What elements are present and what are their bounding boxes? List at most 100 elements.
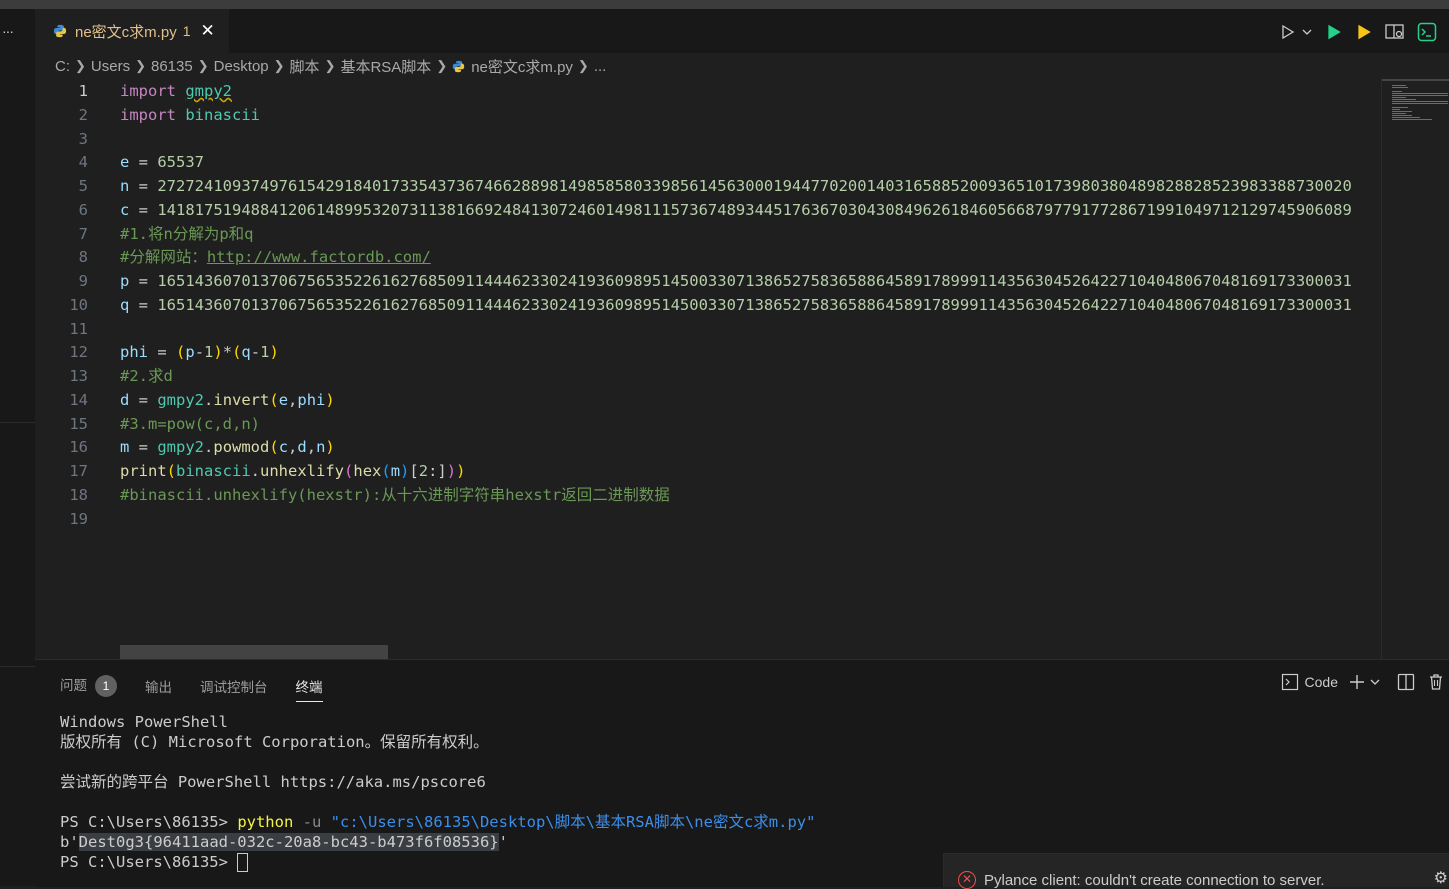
keyword: import [120,106,176,124]
tab-label: 调试控制台 [200,679,268,695]
code-line: 19 [35,507,1381,531]
run-code-button[interactable] [1355,23,1373,41]
breadcrumb-item[interactable]: 脚本 [290,56,320,77]
line-number: 1 [78,82,88,100]
terminal-prompt: PS C:\Users\86135> [60,813,238,831]
code-line: 15 #3.m=pow(c,d,n) [35,412,1381,436]
line-number: 4 [78,153,88,171]
line-number: 11 [69,320,88,338]
terminal-icon [1417,22,1437,42]
horizontal-scrollbar[interactable] [120,645,388,659]
split-icon [1397,673,1415,691]
code-line: 13 #2.求d [35,364,1381,388]
module-name: binascii [185,106,260,124]
breadcrumb-item[interactable]: ... [594,58,607,75]
tab-terminal[interactable]: 终端 [295,676,323,702]
trash-icon [1430,674,1442,690]
tab-problem-count: 1 [182,23,191,39]
problem-count-badge: 1 [95,675,117,698]
terminal-icon [1281,673,1298,691]
breadcrumb-item[interactable]: Desktop [214,58,269,75]
split-preview-icon [1385,24,1404,39]
editor-tab-bar: ne密文c求m.py 1 ✕ [35,9,1449,53]
open-preview-button[interactable] [1385,23,1405,41]
selected-output-text[interactable]: Dest0g3{96411aad-032c-20a8-bc43-b473f6f0… [78,833,499,851]
run-dropdown-button[interactable] [1279,24,1313,40]
tab-filename: ne密文c求m.py [75,23,177,41]
play-yellow-icon [1358,24,1371,40]
line-number: 14 [69,391,88,409]
number-literal: 65537 [157,153,205,171]
line-number: 6 [78,201,88,219]
comment: #分解网站： [120,248,207,266]
terminal-output[interactable]: Windows PowerShell 版权所有 (C) Microsoft Co… [60,712,815,872]
panel-toolbar: Code [1271,673,1445,691]
module-name: gmpy2 [185,82,233,100]
line-number: 18 [69,486,88,504]
variable: n [120,177,130,195]
number-literal: 1651436070137067565352261627685091144462… [157,296,1352,314]
keyword: import [120,82,176,100]
more-icon[interactable]: ··· [2,23,14,39]
chevron-right-icon: ❯ [324,58,336,73]
breadcrumb-item[interactable]: 86135 [151,58,193,75]
terminal-argument: "c:\Users\86135\Desktop\脚本\基本RSA脚本\ne密文c… [330,813,816,831]
chevron-down-icon [1370,679,1380,685]
breadcrumb-item[interactable]: ne密文c求m.py [471,56,573,77]
gear-icon[interactable]: ⚙ [1434,868,1448,888]
terminal-prompt: PS C:\Users\86135> [60,853,238,871]
editor-actions [1279,18,1449,46]
code-line: 4e = 65537 [35,150,1381,174]
breadcrumb-item[interactable]: 基本RSA脚本 [340,56,431,77]
code-line: 11 [35,317,1381,341]
code-line: 12 phi = (p-1)*(q-1) [35,340,1381,364]
breadcrumb-item[interactable]: Users [91,58,130,75]
comment-link[interactable]: http://www.factordb.com/ [207,248,431,266]
code-line: 7 #1.将n分解为p和q [35,222,1381,246]
variable: q [120,296,130,314]
chevron-right-icon: ❯ [197,58,209,73]
chevron-down-icon [1302,29,1312,35]
breadcrumb-item[interactable]: C: [55,58,70,75]
terminal-shell-selector[interactable]: Code [1281,673,1338,691]
code-line: 6c = 14181751948841206148995320731138166… [35,198,1381,222]
editor-tab[interactable]: ne密文c求m.py 1 ✕ [35,9,229,53]
line-number: 19 [69,510,88,528]
minimap[interactable] [1381,79,1449,659]
new-terminal-button[interactable] [1348,673,1381,691]
tab-problems[interactable]: 问题 1 [60,674,117,698]
code-line: 1 import gmpy2 [35,79,1381,103]
close-icon[interactable]: ✕ [201,21,215,41]
terminal-line: Windows PowerShell [60,713,228,731]
variable: c [120,201,130,219]
comment: #binascii.unhexlify(hexstr):从十六进制字符串hexs… [120,486,670,504]
panel-tabs: 问题 1 输出 调试控制台 终端 [60,674,351,702]
line-number: 13 [69,367,88,385]
code-line: 2 import binascii [35,103,1381,127]
output-prefix: b' [60,833,79,851]
code-line: 3 [35,127,1381,151]
run-python-button[interactable] [1325,23,1343,41]
python-file-icon [453,60,465,72]
line-number: 15 [69,415,88,433]
output-suffix: ' [498,833,508,851]
terminal-action-button[interactable] [1417,22,1437,42]
code-line: 17 print(binascii.unhexlify(hex(m)[2:])) [35,459,1381,483]
code-line: 9p = 16514360701370675653522616276850911… [35,269,1381,293]
tab-output[interactable]: 输出 [145,676,172,696]
tab-debug-console[interactable]: 调试控制台 [200,676,268,696]
terminal-flag: -u [302,813,322,831]
chevron-right-icon: ❯ [577,58,589,73]
code-editor[interactable]: 1 import gmpy2 2 import binascii 3 4e = 65… [35,79,1381,659]
kill-terminal-button[interactable] [1427,673,1445,691]
split-terminal-button[interactable] [1397,673,1415,691]
chevron-right-icon: ❯ [135,58,146,73]
shell-label: Code [1304,674,1338,690]
minimap-viewport[interactable] [1382,79,1449,81]
comment: #3.m=pow(c,d,n) [120,415,260,433]
terminal-line: 版权所有 (C) Microsoft Corporation。保留所有权利。 [60,733,489,751]
notification-toast[interactable]: ✕ Pylance client: couldn't create connec… [943,853,1449,889]
comment: #1.将n分解为p和q [120,225,254,243]
